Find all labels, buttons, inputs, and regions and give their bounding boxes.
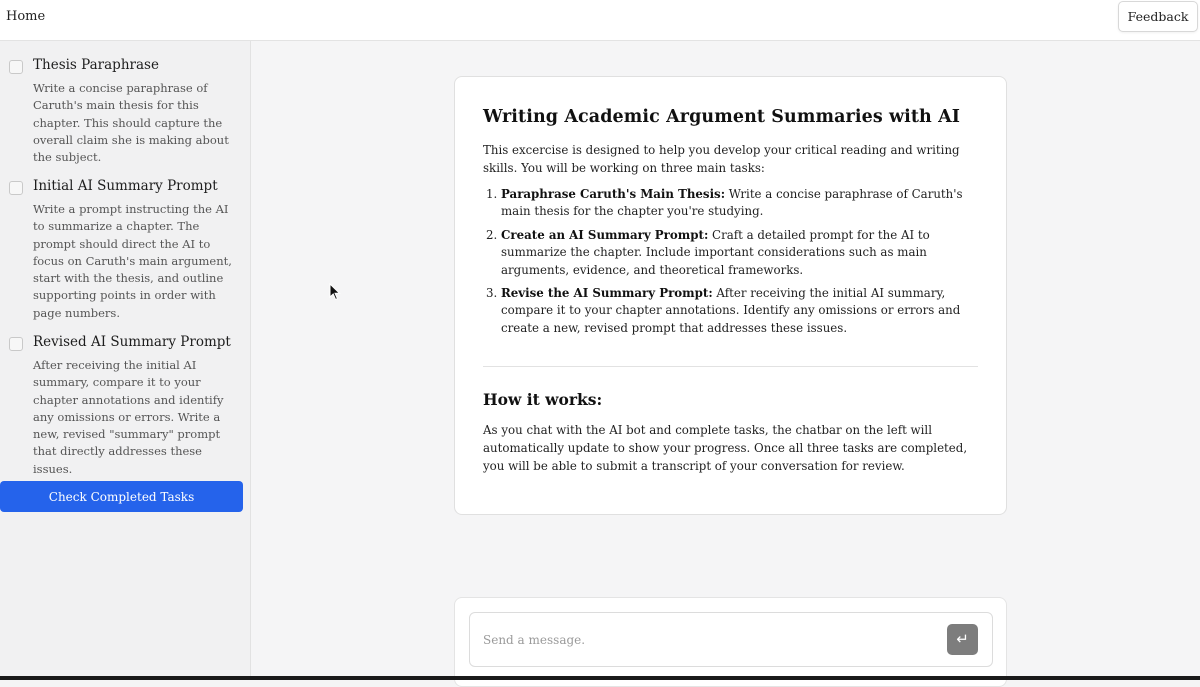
check-completed-tasks-button[interactable]: Check Completed Tasks — [0, 481, 243, 512]
task-title: Thesis Paraphrase — [33, 57, 159, 73]
feedback-button[interactable]: Feedback — [1118, 1, 1198, 32]
top-bar: Home Feedback — [0, 0, 1200, 41]
enter-icon: ↵ — [956, 631, 969, 648]
task-title: Revised AI Summary Prompt — [33, 334, 231, 350]
task-steps-list: Paraphrase Caruth's Main Thesis: Write a… — [483, 186, 978, 337]
message-composer: ↵ — [454, 597, 1007, 687]
list-item: Revise the AI Summary Prompt: After rece… — [501, 285, 978, 337]
mouse-cursor-icon — [329, 283, 341, 301]
list-item: Create an AI Summary Prompt: Craft a det… — [501, 227, 978, 279]
bottom-edge — [0, 676, 1200, 680]
how-it-works-text: As you chat with the AI bot and complete… — [483, 423, 968, 474]
step-heading: Paraphrase Caruth's Main Thesis: — [501, 187, 726, 201]
task-description: After receiving the initial AI summary, … — [33, 358, 224, 476]
message-input[interactable] — [469, 612, 993, 667]
task-checkbox[interactable] — [9, 181, 23, 195]
task-description: Write a concise paraphrase of Caruth's m… — [33, 81, 229, 165]
step-heading: Create an AI Summary Prompt: — [501, 227, 709, 242]
divider — [483, 366, 978, 368]
card-title: Writing Academic Argument Summaries with… — [483, 107, 961, 127]
main-panel: Writing Academic Argument Summaries with… — [251, 41, 1200, 687]
list-item: Paraphrase Caruth's Main Thesis: Write a… — [501, 186, 978, 221]
task-title: Initial AI Summary Prompt — [33, 178, 218, 194]
task-checkbox[interactable] — [9, 337, 23, 351]
step-heading: Revise the AI Summary Prompt: — [501, 286, 713, 301]
instructions-card: Writing Academic Argument Summaries with… — [454, 76, 1007, 515]
home-link[interactable]: Home — [6, 9, 45, 24]
how-it-works-title: How it works: — [483, 390, 603, 410]
send-button[interactable]: ↵ — [947, 624, 978, 655]
task-description: Write a prompt instructing the AI to sum… — [33, 202, 232, 320]
task-checkbox[interactable] — [9, 60, 23, 74]
task-sidebar: Thesis Paraphrase Write a concise paraph… — [0, 41, 251, 680]
card-intro: This excercise is designed to help you d… — [483, 143, 960, 175]
